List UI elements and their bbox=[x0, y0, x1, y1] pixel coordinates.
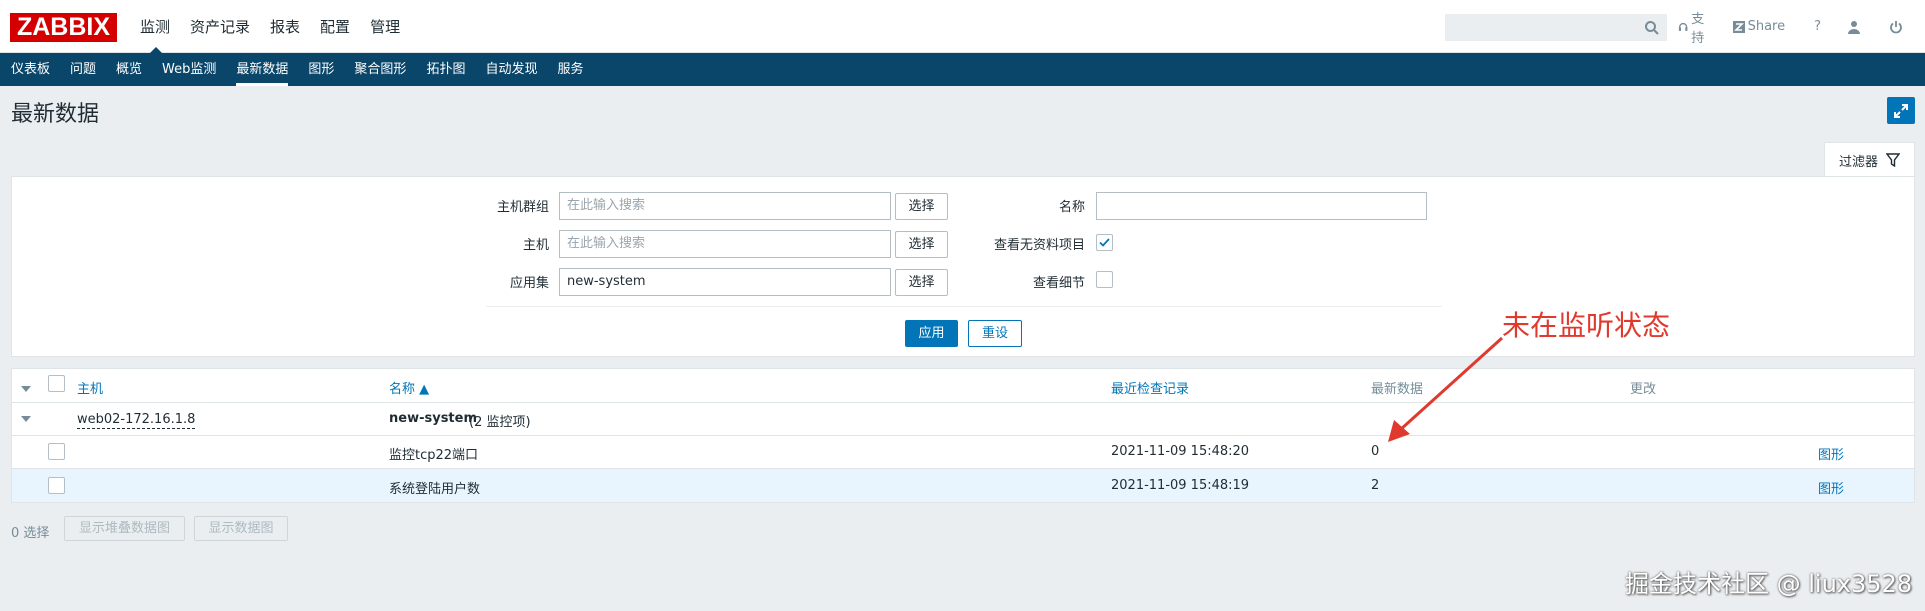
support-link[interactable]: 支持 bbox=[1678, 8, 1714, 46]
funnel-icon bbox=[1886, 153, 1900, 167]
show-graph-button[interactable]: 显示数据图 bbox=[194, 516, 288, 541]
share-z-icon bbox=[1732, 20, 1745, 33]
item-last-check: 2021-11-09 15:48:20 bbox=[1111, 444, 1250, 459]
host-link[interactable]: web02-172.16.1.8 bbox=[77, 411, 196, 429]
submenu-discovery[interactable]: 自动发现 bbox=[475, 53, 547, 86]
header-divider bbox=[12, 402, 1914, 403]
show-without-data-label: 查看无资料项目 bbox=[993, 238, 1085, 253]
menu-monitoring[interactable]: 监测 bbox=[130, 0, 180, 54]
item-graph-link[interactable]: 图形 bbox=[1818, 478, 1844, 497]
menu-inventory[interactable]: 资产记录 bbox=[180, 0, 260, 53]
expand-icon bbox=[1894, 103, 1908, 118]
show-stacked-graph-button[interactable]: 显示堆叠数据图 bbox=[64, 516, 185, 541]
application-group-name: new-system bbox=[389, 411, 478, 426]
application-group-count: (2 监控项) bbox=[469, 415, 531, 430]
table-row-highlight bbox=[12, 469, 1914, 502]
menu-configuration[interactable]: 配置 bbox=[310, 0, 360, 53]
host-group-select-button[interactable]: 选择 bbox=[895, 193, 948, 220]
support-label: 支持 bbox=[1691, 11, 1705, 46]
filter-tab-label: 过滤器 bbox=[1838, 154, 1878, 170]
submenu-overview[interactable]: 概览 bbox=[106, 53, 152, 86]
collapse-all-toggle[interactable] bbox=[21, 386, 31, 392]
header-tools: 支持 Share ? bbox=[1678, 0, 1925, 53]
filter-tab[interactable]: 过滤器 bbox=[1824, 142, 1915, 177]
submenu-screens[interactable]: 聚合图形 bbox=[344, 53, 416, 86]
profile-link[interactable] bbox=[1847, 20, 1864, 34]
select-all-checkbox[interactable] bbox=[48, 375, 65, 392]
host-group-label: 主机群组 bbox=[496, 200, 549, 215]
menu-reports[interactable]: 报表 bbox=[260, 0, 310, 53]
application-input[interactable]: new-system bbox=[559, 268, 891, 296]
share-link[interactable]: Share bbox=[1732, 19, 1786, 34]
submenu-web[interactable]: Web监测 bbox=[152, 53, 226, 86]
search-icon[interactable] bbox=[1644, 20, 1660, 36]
row-checkbox[interactable] bbox=[48, 443, 65, 460]
page-title: 最新数据 bbox=[11, 102, 100, 127]
submenu-services[interactable]: 服务 bbox=[547, 53, 593, 86]
apply-button[interactable]: 应用 bbox=[905, 320, 958, 347]
column-last-check[interactable]: 最近检查记录 bbox=[1111, 378, 1189, 397]
item-last-value: 2 bbox=[1371, 478, 1380, 493]
name-label: 名称 bbox=[1058, 200, 1085, 215]
column-change: 更改 bbox=[1630, 382, 1657, 397]
help-link[interactable]: ? bbox=[1814, 19, 1821, 34]
host-group-input[interactable]: 在此输入搜索 bbox=[559, 192, 891, 220]
zabbix-logo[interactable]: ZABBIX bbox=[10, 13, 117, 42]
fullscreen-button[interactable] bbox=[1887, 97, 1915, 124]
filter-divider bbox=[486, 306, 1442, 307]
item-last-check: 2021-11-09 15:48:19 bbox=[1111, 478, 1250, 493]
host-label: 主机 bbox=[522, 238, 549, 253]
selected-count: 0 选择 bbox=[11, 526, 50, 541]
sub-menu: 仪表板 问题 概览 Web监测 最新数据 图形 聚合图形 拓扑图 自动发现 服务 bbox=[0, 53, 1925, 86]
watermark: 掘金技术社区 @ liux3528 bbox=[1625, 570, 1913, 598]
column-name[interactable]: 名称 ▲ bbox=[389, 378, 429, 397]
show-details-label: 查看细节 bbox=[1032, 276, 1085, 291]
power-icon bbox=[1890, 20, 1902, 33]
reset-button[interactable]: 重设 bbox=[968, 320, 1022, 347]
item-name: 系统登陆用户数 bbox=[389, 482, 481, 497]
annotation-text: 未在监听状态 bbox=[1502, 309, 1671, 342]
user-icon bbox=[1848, 20, 1860, 34]
item-name: 监控tcp22端口 bbox=[389, 448, 479, 463]
checkmark-icon bbox=[1099, 238, 1110, 247]
signout-link[interactable] bbox=[1889, 20, 1906, 34]
top-header: ZABBIX 监测 资产记录 报表 配置 管理 支持 Share ? bbox=[0, 0, 1925, 54]
annotation-arrow bbox=[1388, 336, 1504, 442]
host-input[interactable]: 在此输入搜索 bbox=[559, 230, 891, 258]
submenu-problems[interactable]: 问题 bbox=[60, 53, 106, 86]
group-collapse-toggle[interactable] bbox=[21, 416, 31, 422]
item-graph-link[interactable]: 图形 bbox=[1818, 444, 1844, 463]
item-last-value: 0 bbox=[1371, 444, 1380, 459]
application-select-button[interactable]: 选择 bbox=[895, 269, 948, 296]
show-without-data-checkbox[interactable] bbox=[1096, 234, 1113, 251]
share-label: Share bbox=[1747, 19, 1786, 34]
column-host[interactable]: 主机 bbox=[77, 378, 103, 397]
application-label: 应用集 bbox=[509, 276, 549, 291]
submenu-maps[interactable]: 拓扑图 bbox=[416, 53, 475, 86]
submenu-latest-data[interactable]: 最新数据 bbox=[226, 53, 298, 86]
show-details-checkbox[interactable] bbox=[1096, 271, 1113, 288]
row-checkbox[interactable] bbox=[48, 477, 65, 494]
row-divider bbox=[12, 435, 1914, 436]
main-menu: 监测 资产记录 报表 配置 管理 bbox=[130, 0, 410, 54]
help-icon: ? bbox=[1814, 19, 1821, 34]
name-input[interactable] bbox=[1096, 192, 1427, 220]
submenu-graphs[interactable]: 图形 bbox=[298, 53, 344, 86]
menu-administration[interactable]: 管理 bbox=[360, 0, 410, 53]
submenu-dashboard[interactable]: 仪表板 bbox=[1, 53, 60, 86]
headset-icon bbox=[1678, 22, 1688, 31]
host-select-button[interactable]: 选择 bbox=[895, 231, 948, 258]
global-search-input[interactable] bbox=[1445, 14, 1667, 41]
